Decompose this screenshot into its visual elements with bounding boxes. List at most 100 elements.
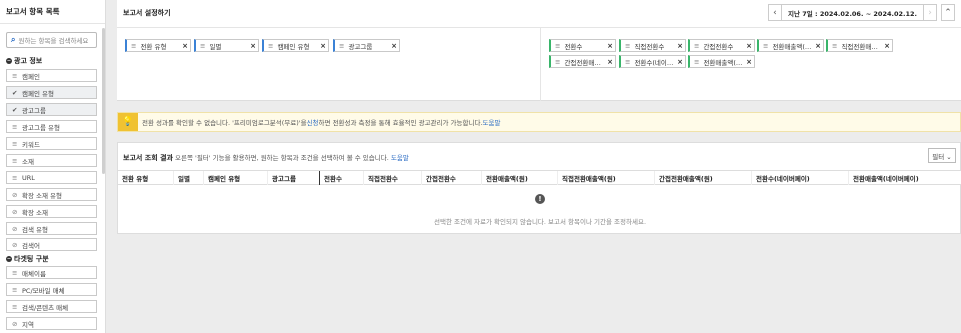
- remove-chip-icon[interactable]: ×: [675, 58, 685, 66]
- sidebar-item-region[interactable]: ⊘ 지역: [6, 317, 97, 330]
- metric-chip[interactable]: ≡ 전환매출액(… ×: [688, 55, 755, 68]
- sidebar-item-pc-mobile[interactable]: ≡ PC/모바일 매체: [6, 283, 97, 296]
- next-period-button[interactable]: ›: [923, 4, 937, 21]
- result-help-link[interactable]: 도움말: [391, 154, 409, 162]
- remove-chip-icon[interactable]: ×: [248, 42, 258, 50]
- dimension-chip[interactable]: ≡ 광고그룹 ×: [333, 39, 400, 52]
- sidebar-item-search-term[interactable]: ⊘ 검색어: [6, 238, 97, 251]
- drag-handle-icon: ≡: [268, 41, 274, 50]
- report-settings-panel: 보고서 설정하기 ‹ 지난 7일 : 2024.02.06. ~ 2024.02…: [117, 0, 961, 101]
- metric-chip[interactable]: ≡ 직접전환매… ×: [826, 39, 893, 52]
- dimension-chip[interactable]: ≡ 일별 ×: [194, 39, 259, 52]
- sidebar-scrollbar[interactable]: [102, 28, 105, 174]
- disabled-icon: ⊘: [12, 240, 18, 249]
- prev-period-button[interactable]: ‹: [767, 4, 782, 21]
- drag-handle-icon: ≡: [625, 41, 631, 50]
- sidebar-item-campaign-type[interactable]: ✔ 캠페인 유형: [6, 86, 97, 99]
- remove-chip-icon[interactable]: ×: [675, 42, 685, 50]
- column-header[interactable]: 전환수(네이버페이): [751, 171, 848, 185]
- drag-handle-icon: ≡: [131, 41, 137, 50]
- column-header[interactable]: 광고그룹: [267, 171, 319, 185]
- sidebar-title: 보고서 항목 목록: [0, 0, 105, 24]
- alert-icon: !: [535, 194, 545, 204]
- metric-chip[interactable]: ≡ 간접전환수 ×: [688, 39, 755, 52]
- column-header[interactable]: 직접전환수: [363, 171, 421, 185]
- remove-chip-icon[interactable]: ×: [605, 58, 615, 66]
- sidebar-item-media-name[interactable]: ≡ 매체이름: [6, 266, 97, 279]
- item-search-input[interactable]: ⌕ 원하는 항목을 검색하세요: [6, 32, 97, 48]
- drag-handle-icon: ≡: [694, 57, 700, 66]
- metric-chip[interactable]: ≡ 전환수(네이… ×: [619, 55, 686, 68]
- chip-label: 전환매출액(…: [772, 42, 812, 51]
- metric-chip[interactable]: ≡ 전환매출액(… ×: [757, 39, 824, 52]
- report-result-panel: 보고서 조회 결과 오른쪽 '필터' 기능을 활용하면, 원하는 항목과 조건을…: [117, 142, 961, 234]
- metric-chip[interactable]: ≡ 직접전환수 ×: [619, 39, 686, 52]
- section-ad-info[interactable]: − 광고 정보: [6, 56, 42, 66]
- sidebar-item-label: 광고그룹 유형: [22, 123, 60, 132]
- column-header[interactable]: 전환 유형: [118, 171, 173, 185]
- sidebar-item-adgroup[interactable]: ✔ 광고그룹: [6, 103, 97, 116]
- remove-chip-icon[interactable]: ×: [744, 58, 754, 66]
- dimension-chip[interactable]: ≡ 캠페인 유형 ×: [262, 39, 329, 52]
- collapse-toggle-icon: −: [6, 58, 12, 64]
- notice-text-2: 하면 전환성과 측정을 통해 효율적인 광고관리가 가능합니다.: [318, 119, 483, 127]
- sidebar-item-adgroup-type[interactable]: ≡ 광고그룹 유형: [6, 120, 97, 133]
- sidebar-item-search-content[interactable]: ≡ 검색/콘텐츠 매체: [6, 300, 97, 313]
- disabled-icon: ⊘: [12, 207, 18, 216]
- sidebar-item-url[interactable]: ≡ URL: [6, 171, 97, 184]
- sidebar-item-label: 매체이름: [22, 269, 46, 278]
- remove-chip-icon[interactable]: ×: [318, 42, 328, 50]
- remove-chip-icon[interactable]: ×: [882, 42, 892, 50]
- sidebar-item-creative[interactable]: ≡ 소재: [6, 154, 97, 167]
- remove-chip-icon[interactable]: ×: [744, 42, 754, 50]
- list-icon: ≡: [12, 139, 18, 148]
- drag-handle-icon: ≡: [832, 41, 838, 50]
- chip-label: 직접전환매…: [841, 42, 878, 51]
- drag-handle-icon: ≡: [763, 41, 769, 50]
- section-targeting[interactable]: − 타겟팅 구분: [6, 254, 49, 264]
- chip-label: 일별: [209, 42, 222, 51]
- chip-label: 전환수(네이…: [634, 58, 674, 67]
- search-icon: ⌕: [11, 35, 16, 44]
- apply-link[interactable]: 신청: [307, 117, 319, 127]
- disabled-icon: ⊘: [12, 224, 18, 233]
- column-header[interactable]: 전환매출액(네이버페이): [848, 171, 961, 185]
- sidebar-item-label: 확장 소재 유형: [22, 191, 63, 200]
- remove-chip-icon[interactable]: ×: [605, 42, 615, 50]
- chevron-up-icon: ⌃: [944, 7, 952, 18]
- divider: [540, 28, 541, 101]
- filter-dropdown[interactable]: 필터 ⌄: [928, 148, 956, 163]
- sidebar-item-campaign[interactable]: ≡ 캠페인: [6, 69, 97, 82]
- remove-chip-icon[interactable]: ×: [813, 42, 823, 50]
- check-icon: ✔: [12, 88, 18, 97]
- chip-label: 간접전환매…: [564, 58, 601, 67]
- list-icon: ≡: [12, 122, 18, 131]
- column-header[interactable]: 직접전환매출액(원): [557, 171, 654, 185]
- remove-chip-icon[interactable]: ×: [180, 42, 190, 50]
- column-header[interactable]: 간접전환수: [421, 171, 481, 185]
- sidebar-item-label: URL: [22, 173, 35, 182]
- dimension-chip[interactable]: ≡ 전환 유형 ×: [125, 39, 191, 52]
- metric-chip[interactable]: ≡ 전환수 ×: [549, 39, 616, 52]
- collapse-button[interactable]: ⌃: [941, 4, 955, 21]
- drag-handle-icon: ≡: [694, 41, 700, 50]
- date-range-label[interactable]: 지난 7일 : 2024.02.06. ~ 2024.02.12.: [781, 4, 923, 21]
- sidebar-item-extension-type[interactable]: ⊘ 확장 소재 유형: [6, 188, 97, 201]
- column-header[interactable]: 일별: [173, 171, 203, 185]
- column-header[interactable]: 캠페인 유형: [203, 171, 267, 185]
- sidebar-item-search-type[interactable]: ⊘ 검색 유형: [6, 222, 97, 235]
- list-icon: ≡: [12, 302, 18, 311]
- sidebar-item-label: 캠페인: [22, 72, 40, 81]
- column-header[interactable]: 간접전환매출액(원): [654, 171, 751, 185]
- metric-chip[interactable]: ≡ 간접전환매… ×: [549, 55, 616, 68]
- list-icon: ≡: [12, 71, 18, 80]
- notice-help-link[interactable]: 도움말: [483, 117, 501, 127]
- chip-label: 광고그룹: [348, 42, 373, 51]
- remove-chip-icon[interactable]: ×: [389, 42, 399, 50]
- column-header[interactable]: 전환수: [319, 171, 363, 185]
- list-icon: ≡: [12, 156, 18, 165]
- column-header[interactable]: 전환매출액(원): [481, 171, 557, 185]
- result-description: 오른쪽 '필터' 기능을 활용하면, 원하는 항목과 조건을 선택하여 볼 수 …: [172, 154, 391, 162]
- sidebar-item-extension[interactable]: ⊘ 확장 소재: [6, 205, 97, 218]
- sidebar-item-keyword[interactable]: ≡ 키워드: [6, 137, 97, 150]
